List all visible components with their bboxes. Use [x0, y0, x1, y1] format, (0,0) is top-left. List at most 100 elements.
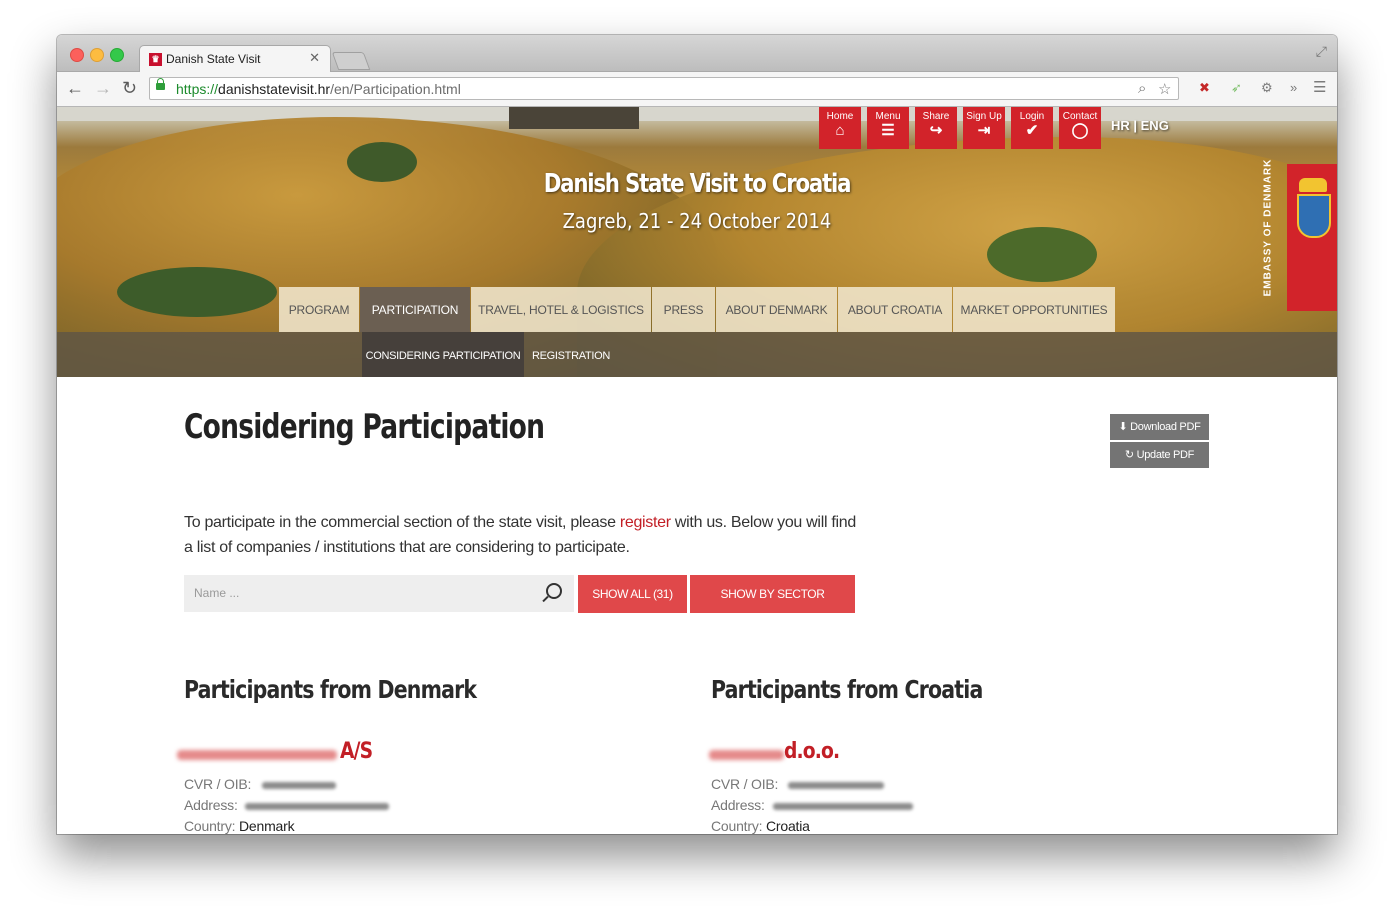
tab-title: Danish State Visit — [166, 52, 261, 66]
close-tab-icon[interactable]: ✕ — [309, 50, 320, 66]
zoom-search-icon[interactable]: ⌕ — [1138, 80, 1146, 97]
crown-icon — [1299, 178, 1327, 192]
croatia-address-field: Address: — [711, 797, 765, 813]
browser-tab[interactable]: ♛ Danish State Visit ✕ — [139, 45, 331, 72]
home-label: Home — [826, 111, 854, 122]
denmark-company-suffix[interactable]: A/S — [340, 739, 373, 764]
country-value: Denmark — [239, 818, 295, 834]
show-by-sector-button[interactable]: SHOW BY SECTOR — [690, 575, 855, 613]
site-subtitle: Zagreb, 21 - 24 October 2014 — [562, 209, 832, 233]
zoom-window-button[interactable] — [110, 48, 124, 62]
refresh-icon: ↻ — [1124, 449, 1137, 461]
browser-toolbar: ← → ↻ https://danishstatevisit.hr/en/Par… — [57, 72, 1337, 107]
name-search-field[interactable]: Name ... — [184, 575, 574, 612]
home-icon: ⌂ — [835, 122, 845, 139]
hero-banner: Danish State Visit to Croatia Zagreb, 21… — [57, 107, 1337, 377]
country-value: Croatia — [766, 818, 810, 834]
subnav-item-registration[interactable]: REGISTRATION — [527, 332, 615, 377]
show-all-button[interactable]: SHOW ALL (31) — [578, 575, 687, 613]
share-label: Share — [922, 111, 950, 122]
subnav-item-considering-participation[interactable]: CONSIDERING PARTICIPATION — [362, 332, 524, 377]
sign-up-label: Sign Up — [966, 111, 1002, 122]
more-extensions-icon[interactable]: » — [1290, 80, 1297, 95]
main-content: Considering Participation ⬇ Download PDF… — [57, 377, 1337, 834]
croatia-country-field: Country: Croatia — [711, 818, 810, 834]
nav-item-participation[interactable]: PARTICIPATION — [360, 287, 470, 332]
search-icon[interactable] — [546, 583, 562, 599]
share-button[interactable]: Share ↪ — [915, 107, 957, 149]
share-icon: ↪ — [929, 122, 943, 139]
fullscreen-icon[interactable]: ⤢ — [1316, 43, 1327, 60]
browser-menu-icon[interactable]: ☰ — [1313, 78, 1326, 96]
extension-js-icon[interactable]: ⚙ — [1261, 80, 1273, 96]
forward-arrow-icon[interactable]: → — [94, 78, 112, 98]
redacted-cvr-value — [788, 782, 884, 789]
bookmark-star-icon[interactable]: ☆ — [1158, 80, 1171, 98]
cvr-label: CVR / OIB: — [711, 776, 779, 792]
site-title: Danish State Visit to Croatia — [543, 169, 852, 199]
menu-button[interactable]: Menu ☰ — [867, 107, 909, 149]
cvr-label: CVR / OIB: — [184, 776, 252, 792]
extension-leaf-icon[interactable]: ➶ — [1231, 80, 1242, 96]
croatia-cvr-field: CVR / OIB: — [711, 776, 778, 792]
browser-window: ♛ Danish State Visit ✕ ⤢ ← → ↻ https://d… — [57, 35, 1337, 834]
back-arrow-icon[interactable]: ← — [66, 78, 84, 98]
extension-blocker-icon[interactable]: ✖ — [1199, 80, 1210, 96]
nav-item-travel[interactable]: TRAVEL, HOTEL & LOGISTICS — [471, 287, 651, 332]
intro-text-before: To participate in the commercial section… — [184, 514, 620, 531]
minimize-window-button[interactable] — [90, 48, 104, 62]
denmark-address-field: Address: — [184, 797, 238, 813]
url-path: /en/Participation.html — [330, 81, 461, 97]
redacted-company-name — [709, 750, 784, 760]
login-button[interactable]: Login ✔ — [1011, 107, 1053, 149]
hero-shrub — [987, 227, 1097, 282]
browser-title-bar: ♛ Danish State Visit ✕ ⤢ — [57, 35, 1337, 72]
country-label: Country: — [184, 818, 236, 834]
nav-item-program[interactable]: PROGRAM — [279, 287, 359, 332]
croatia-participants-heading: Participants from Croatia — [711, 675, 983, 704]
new-tab-button[interactable] — [331, 52, 371, 70]
site-favicon-icon: ♛ — [149, 53, 162, 66]
download-pdf-button[interactable]: ⬇ Download PDF — [1110, 414, 1209, 440]
download-icon: ⬇ — [1118, 421, 1131, 433]
search-placeholder: Name ... — [194, 586, 240, 600]
close-window-button[interactable] — [70, 48, 84, 62]
nav-item-market-opportunities[interactable]: MARKET OPPORTUNITIES — [953, 287, 1115, 332]
sign-up-icon: ⇥ — [977, 122, 991, 139]
coat-of-arms-icon — [1297, 194, 1331, 238]
country-label: Country: — [711, 818, 763, 834]
register-link[interactable]: register — [620, 514, 671, 531]
download-pdf-label: Download PDF — [1130, 421, 1201, 433]
language-switcher[interactable]: HR | ENG — [1111, 118, 1169, 133]
croatia-company-suffix[interactable]: d.o.o. — [784, 739, 840, 764]
home-button[interactable]: Home ⌂ — [819, 107, 861, 149]
address-bar[interactable]: https://danishstatevisit.hr/en/Participa… — [149, 77, 1179, 100]
url-scheme: https:// — [176, 81, 219, 97]
address-label: Address: — [711, 797, 765, 813]
update-pdf-label: Update PDF — [1136, 449, 1195, 461]
page-title: Considering Participation — [184, 407, 545, 447]
denmark-participants-heading: Participants from Denmark — [184, 675, 477, 704]
redacted-address-value — [245, 803, 389, 810]
sub-navigation: CONSIDERING PARTICIPATION REGISTRATION — [57, 332, 1337, 377]
sign-up-button[interactable]: Sign Up ⇥ — [963, 107, 1005, 149]
contact-label: Contact — [1062, 111, 1098, 122]
update-pdf-button[interactable]: ↻ Update PDF — [1110, 442, 1209, 468]
check-icon: ✔ — [1025, 122, 1039, 139]
menu-icon: ☰ — [881, 122, 895, 139]
url-text: https://danishstatevisit.hr/en/Participa… — [176, 81, 461, 97]
menu-label: Menu — [875, 111, 901, 122]
nav-item-about-denmark[interactable]: ABOUT DENMARK — [716, 287, 837, 332]
redacted-cvr-value — [262, 782, 336, 789]
embassy-label: Embassy of Denmark — [1262, 158, 1274, 297]
nav-item-about-croatia[interactable]: ABOUT CROATIA — [838, 287, 952, 332]
login-label: Login — [1019, 111, 1045, 122]
danish-crest-banner — [1287, 164, 1337, 311]
lock-icon — [156, 78, 165, 90]
intro-paragraph: To participate in the commercial section… — [184, 510, 864, 560]
nav-item-press[interactable]: PRESS — [652, 287, 715, 332]
redacted-address-value — [773, 803, 913, 810]
redacted-company-name — [177, 750, 337, 760]
reload-icon[interactable]: ↻ — [122, 78, 137, 98]
contact-button[interactable]: Contact ◯ — [1059, 107, 1101, 149]
